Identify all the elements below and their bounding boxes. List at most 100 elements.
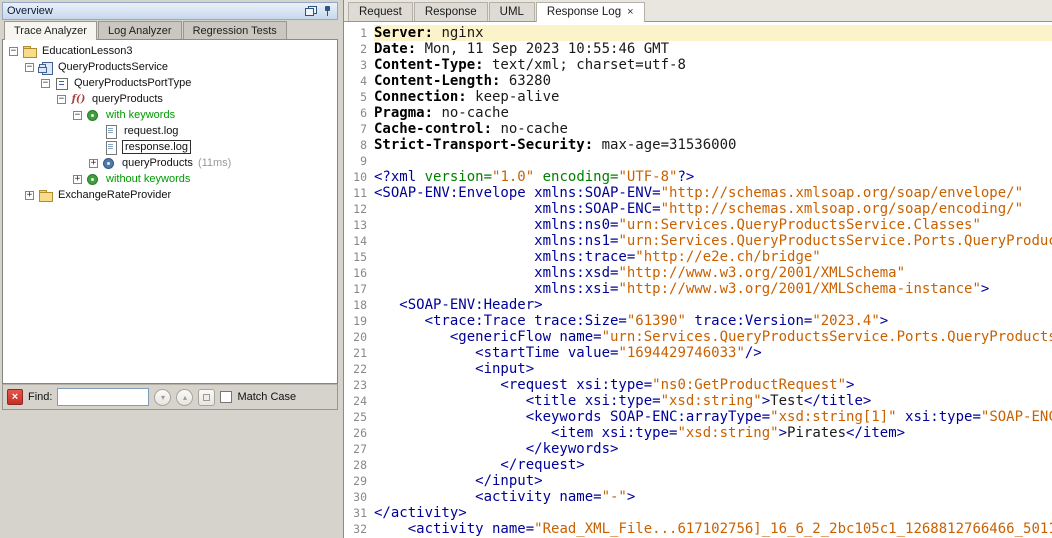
match-case-checkbox[interactable] (220, 391, 232, 403)
tree-item-request-log[interactable]: request.log (3, 123, 337, 139)
code-line: 19 <trace:Trace trace:Size="61390" trace… (344, 313, 1052, 329)
code-line: 15 xmlns:trace="http://e2e.ch/bridge" (344, 249, 1052, 265)
code-text: <keywords SOAP-ENC:arrayType="xsd:string… (374, 409, 1052, 425)
line-number: 4 (344, 73, 374, 89)
collapse-icon[interactable]: − (57, 95, 66, 104)
code-line: 26 <item xsi:type="xsd:string">Pirates</… (344, 425, 1052, 441)
line-number: 1 (344, 25, 374, 41)
expand-icon[interactable]: + (73, 175, 82, 184)
code-line: 28 </request> (344, 457, 1052, 473)
line-number: 14 (344, 233, 374, 249)
tree-item-with-keywords[interactable]: − with keywords (3, 107, 337, 123)
code-text: Server: nginx (374, 25, 1052, 41)
line-number: 21 (344, 345, 374, 361)
code-text: </keywords> (374, 441, 1052, 457)
code-line: 9 (344, 153, 1052, 169)
code-line: 6Pragma: no-cache (344, 105, 1052, 121)
find-previous-button[interactable]: ▴ (176, 389, 193, 406)
code-line: 23 <request xsi:type="ns0:GetProductRequ… (344, 377, 1052, 393)
porttype-icon (54, 77, 69, 90)
code-line: 20 <genericFlow name="urn:Services.Query… (344, 329, 1052, 345)
match-case-label: Match Case (237, 391, 296, 403)
line-number: 7 (344, 121, 374, 137)
line-number: 16 (344, 265, 374, 281)
pin-window-icon[interactable] (323, 5, 333, 17)
code-text: xmlns:ns1="urn:Services.QueryProductsSer… (374, 233, 1052, 249)
overview-panel: Overview Trace AnalyzerLog AnalyzerRegre… (0, 0, 338, 538)
overview-titlebar: Overview (2, 2, 338, 20)
code-line: 16 xmlns:xsd="http://www.w3.org/2001/XML… (344, 265, 1052, 281)
code-text: xmlns:trace="http://e2e.ch/bridge" (374, 249, 1052, 265)
overview-title: Overview (7, 5, 305, 17)
code-text: <activity name="-"> (374, 489, 1052, 505)
operation-icon: f() (70, 93, 87, 106)
code-text: </input> (374, 473, 1052, 489)
editor-tab-uml[interactable]: UML (489, 2, 535, 21)
expand-icon[interactable]: + (89, 159, 98, 168)
tree-item-queryproductsporttype[interactable]: − QueryProductsPortType (3, 75, 337, 91)
response-log-editor[interactable]: 1Server: nginx2Date: Mon, 11 Sep 2023 10… (344, 22, 1052, 538)
code-line: 31</activity> (344, 505, 1052, 521)
tree-item-queryproducts[interactable]: +queryProducts(11ms) (3, 155, 337, 171)
line-number: 27 (344, 441, 374, 457)
tree-item-label: request.log (122, 125, 180, 137)
float-window-icon[interactable] (305, 6, 317, 16)
editor-tab-label: Request (359, 6, 402, 18)
code-line: 11<SOAP-ENV:Envelope xmlns:SOAP-ENV="htt… (344, 185, 1052, 201)
tree-item-response-log[interactable]: response.log (3, 139, 337, 155)
code-line: 7Cache-control: no-cache (344, 121, 1052, 137)
find-next-button[interactable]: ▾ (154, 389, 171, 406)
collapse-icon[interactable]: − (25, 63, 34, 72)
editor-tab-response-log[interactable]: Response Log× (536, 2, 645, 22)
code-text: Strict-Transport-Security: max-age=31536… (374, 137, 1052, 153)
line-number: 8 (344, 137, 374, 153)
line-number: 26 (344, 425, 374, 441)
code-line: 17 xmlns:xsi="http://www.w3.org/2001/XML… (344, 281, 1052, 297)
find-input[interactable] (57, 388, 149, 406)
code-line: 32 <activity name="Read_XML_File...61710… (344, 521, 1052, 537)
tree-item-exchangerateprovider[interactable]: +ExchangeRateProvider (3, 187, 337, 203)
code-line: 18 <SOAP-ENV:Header> (344, 297, 1052, 313)
tree-item-label: with keywords (104, 109, 177, 121)
tree-item-label: QueryProductsPortType (72, 77, 193, 89)
code-line: 2Date: Mon, 11 Sep 2023 10:55:46 GMT (344, 41, 1052, 57)
collapse-icon[interactable]: − (73, 111, 82, 120)
highlight-results-button[interactable] (198, 389, 215, 406)
editor-panel: Request ResponseUMLResponse Log× 1Server:… (343, 0, 1052, 538)
line-number: 3 (344, 57, 374, 73)
expand-icon[interactable]: + (25, 191, 34, 200)
left-filler (2, 410, 338, 538)
line-number: 10 (344, 169, 374, 185)
folder-icon (22, 45, 37, 58)
find-close-button[interactable]: × (7, 389, 23, 405)
line-number: 17 (344, 281, 374, 297)
folder-icon (38, 189, 53, 202)
tab-regression-tests[interactable]: Regression Tests (183, 21, 287, 39)
tree-item-educationlesson3[interactable]: −EducationLesson3 (3, 43, 337, 59)
line-number: 24 (344, 393, 374, 409)
highlight-icon (203, 394, 210, 401)
tree-item-label: response.log (122, 140, 191, 154)
tree-item-queryproducts[interactable]: −f()queryProducts (3, 91, 337, 107)
code-text: </request> (374, 457, 1052, 473)
tree-item-queryproductsservice[interactable]: −QueryProductsService (3, 59, 337, 75)
code-line: 29 </input> (344, 473, 1052, 489)
line-number: 32 (344, 521, 374, 537)
line-number: 12 (344, 201, 374, 217)
code-text: xmlns:ns0="urn:Services.QueryProductsSer… (374, 217, 1052, 233)
close-tab-icon[interactable]: × (627, 7, 633, 17)
editor-tab-request[interactable]: Request (348, 2, 413, 21)
collapse-icon[interactable]: − (41, 79, 50, 88)
code-line: 1Server: nginx (344, 25, 1052, 41)
collapse-icon[interactable]: − (9, 47, 18, 56)
trace-tree: −EducationLesson3−QueryProductsService−Q… (2, 40, 338, 384)
tab-log-analyzer[interactable]: Log Analyzer (98, 21, 182, 39)
tab-trace-analyzer[interactable]: Trace Analyzer (4, 21, 97, 40)
code-line: 3Content-Type: text/xml; charset=utf-8 (344, 57, 1052, 73)
editor-tab-response[interactable]: Response (414, 2, 488, 21)
code-text: <item xsi:type="xsd:string">Pirates</ite… (374, 425, 1052, 441)
code-text: Pragma: no-cache (374, 105, 1052, 121)
line-number: 20 (344, 329, 374, 345)
code-line: 27 </keywords> (344, 441, 1052, 457)
tree-item-without-keywords[interactable]: +without keywords (3, 171, 337, 187)
